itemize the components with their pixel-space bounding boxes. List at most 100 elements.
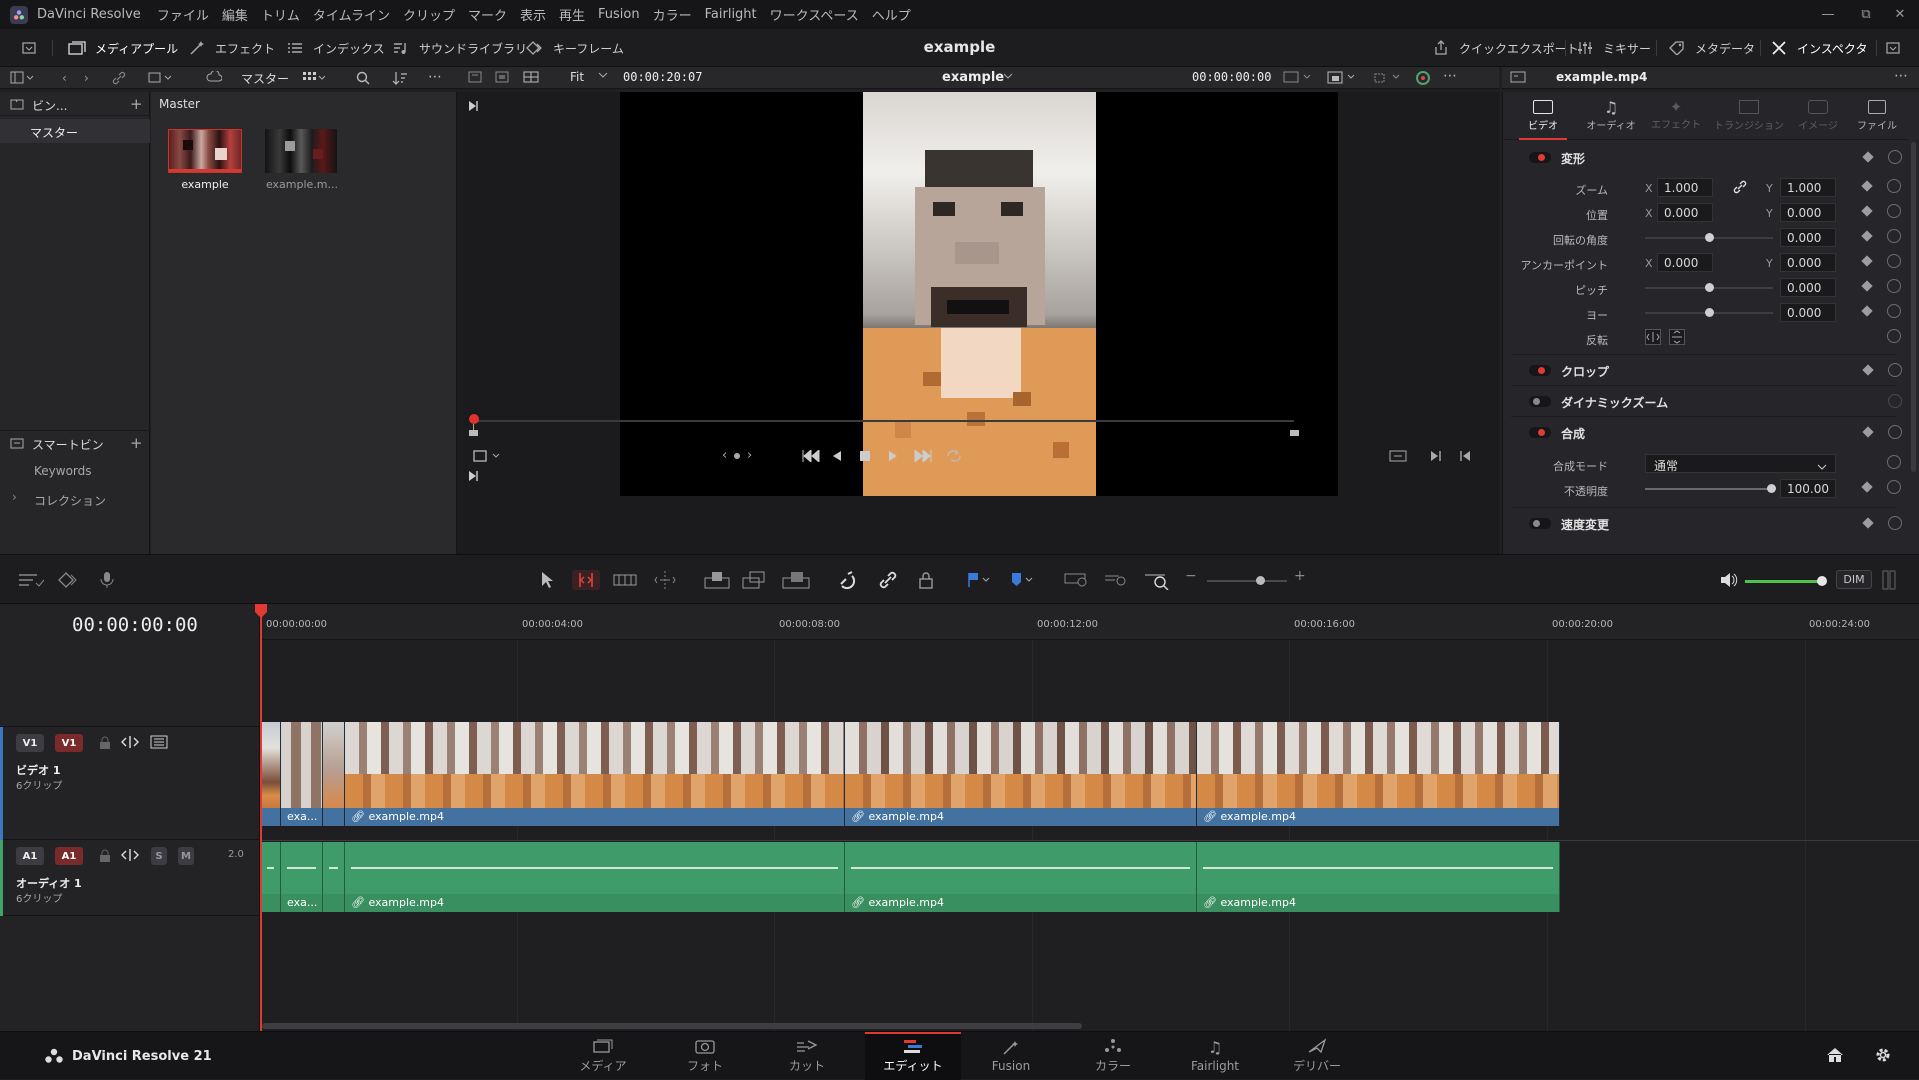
tab-video[interactable]: ビデオ [1513,92,1573,140]
in-point-marker[interactable] [469,430,478,436]
overlay-icon[interactable] [1327,71,1357,85]
marker-icon[interactable] [1009,572,1035,591]
viewer-clip-name[interactable]: example [942,70,1004,85]
settings-gear-icon[interactable] [1874,1046,1892,1067]
transform-section-header[interactable]: 変形 [1511,142,1902,172]
page-photo[interactable]: フォト [664,1032,746,1080]
viewer-dual-icon[interactable] [523,71,539,83]
yaw-reset-icon[interactable] [1887,304,1901,318]
audio-clip[interactable]: exa... [281,842,323,912]
inspector-button[interactable]: インスペクタ [1770,29,1867,67]
position-y-field[interactable]: 0.000 [1780,203,1836,222]
menu-view[interactable]: 表示 [520,5,546,24]
panel-collapse-button[interactable] [1884,29,1911,67]
go-to-start-icon[interactable] [801,448,821,465]
playhead-line[interactable] [260,616,262,1031]
custom-zoom-icon[interactable] [1144,572,1170,593]
page-color[interactable]: カラー [1072,1032,1154,1080]
anchor-keyframe-icon[interactable] [1861,255,1873,267]
tab-image[interactable]: イメージ [1788,92,1848,140]
zoom-y-field[interactable]: 1.000 [1780,178,1836,197]
crop-enable-toggle[interactable] [1529,365,1551,376]
anchor-y-field[interactable]: 0.000 [1780,253,1836,272]
speaker-icon[interactable] [1720,572,1738,591]
flip-reset-icon[interactable] [1887,329,1901,343]
crop-reset-icon[interactable] [1888,363,1902,377]
zoom-link-icon[interactable] [1733,180,1747,197]
zoom-in-icon[interactable]: + [1294,568,1306,584]
dynamic-zoom-reset-icon[interactable] [1888,394,1902,408]
flag-icon[interactable] [966,572,992,591]
video-clip[interactable] [261,722,281,826]
zoom-dropdown[interactable]: Fit [570,70,584,84]
jog-center-icon[interactable] [734,453,740,459]
speed-change-enable-toggle[interactable] [1529,518,1551,529]
smart-bin-keywords[interactable]: Keywords [34,464,92,478]
v1-lock-icon[interactable] [99,736,111,753]
linked-selection-icon[interactable] [878,570,898,593]
inspector-more-icon[interactable]: ⋯ [1894,68,1908,84]
jog-left-icon[interactable]: ‹ [722,448,727,463]
video-clip[interactable]: 🔗︎ example.mp4 [1197,722,1560,826]
yaw-slider[interactable] [1705,308,1714,317]
play-reverse-icon[interactable] [831,450,843,465]
page-fusion[interactable]: Fusion [970,1032,1052,1080]
a1-solo-button[interactable]: S [151,847,167,865]
a1-dest-button[interactable]: A1 [55,847,83,865]
home-icon[interactable] [1826,1047,1844,1066]
timeline-ruler[interactable]: 00:00:00:00 00:00:04:00 00:00:08:00 00:0… [260,604,1919,640]
menu-edit[interactable]: 編集 [222,5,248,24]
video-clip[interactable] [323,722,345,826]
out-point-marker[interactable] [1290,430,1299,436]
color-wheel-icon[interactable] [1415,70,1431,86]
page-fairlight[interactable]: ♫ Fairlight [1174,1032,1256,1080]
audio-clip[interactable]: 🔗︎ example.mp4 [345,842,845,912]
keyframes-button[interactable]: キーフレーム [526,29,624,67]
next-edit-icon[interactable] [1429,449,1443,466]
speed-change-reset-icon[interactable] [1888,516,1902,530]
rotation-slider[interactable] [1705,233,1714,242]
sound-library-button[interactable]: サウンドライブラリ [392,29,527,67]
menu-help[interactable]: ヘルプ [872,5,911,24]
v1-auto-select-icon[interactable] [120,735,140,752]
back-arrow-icon[interactable]: ‹ [62,71,67,85]
play-icon[interactable] [887,450,899,465]
sidebar-toggle-icon[interactable] [10,71,34,85]
inspector-scrollbar[interactable] [1911,142,1916,472]
pitch-keyframe-icon[interactable] [1861,280,1873,292]
transform-enable-toggle[interactable] [1529,152,1551,163]
tab-audio[interactable]: ♫ オーディオ [1581,92,1641,140]
timeline-keyframe-icon[interactable] [58,572,82,591]
safe-area-icon[interactable] [1283,71,1313,83]
viewer-bottom-nav-icon[interactable] [467,470,479,485]
cloud-icon[interactable] [206,71,222,83]
jog-right-icon[interactable]: › [747,448,752,463]
bin-item-master[interactable]: マスター [0,119,150,143]
composite-mode-select[interactable]: 通常 [1645,454,1836,473]
viewer-top-nav-icon[interactable] [467,100,479,115]
zoom-keyframe-icon[interactable] [1861,180,1873,192]
viewer-source-icon[interactable] [495,71,509,83]
video-canvas[interactable] [620,92,1338,496]
index-button[interactable]: インデックス [286,29,385,67]
composite-mode-reset-icon[interactable] [1887,455,1901,469]
v1-enable-track-icon[interactable] [150,735,168,752]
minimize-icon[interactable]: — [1808,0,1848,29]
crop-mode-icon[interactable] [472,449,502,466]
viewer-layout-icon[interactable] [468,71,482,83]
yaw-field[interactable]: 0.000 [1780,303,1836,322]
audio-clip[interactable] [261,842,281,912]
menu-trim[interactable]: トリム [261,5,300,24]
composite-section-header[interactable]: 合成 [1511,416,1902,446]
page-media[interactable]: メディア [562,1032,644,1080]
menu-playback[interactable]: 再生 [559,5,585,24]
zoom-out-icon[interactable]: − [1185,568,1197,584]
transform-overlay-icon[interactable] [1372,71,1402,85]
dynamic-trim-icon[interactable] [613,572,637,591]
viewer-more-icon[interactable]: ⋯ [1443,68,1457,84]
page-cut[interactable]: カット [766,1032,848,1080]
menu-mark[interactable]: マーク [468,5,507,24]
timeline-view-options-icon[interactable] [18,572,45,591]
page-deliver[interactable]: デリバー [1276,1032,1358,1080]
opacity-field[interactable]: 100.00 [1780,479,1836,498]
